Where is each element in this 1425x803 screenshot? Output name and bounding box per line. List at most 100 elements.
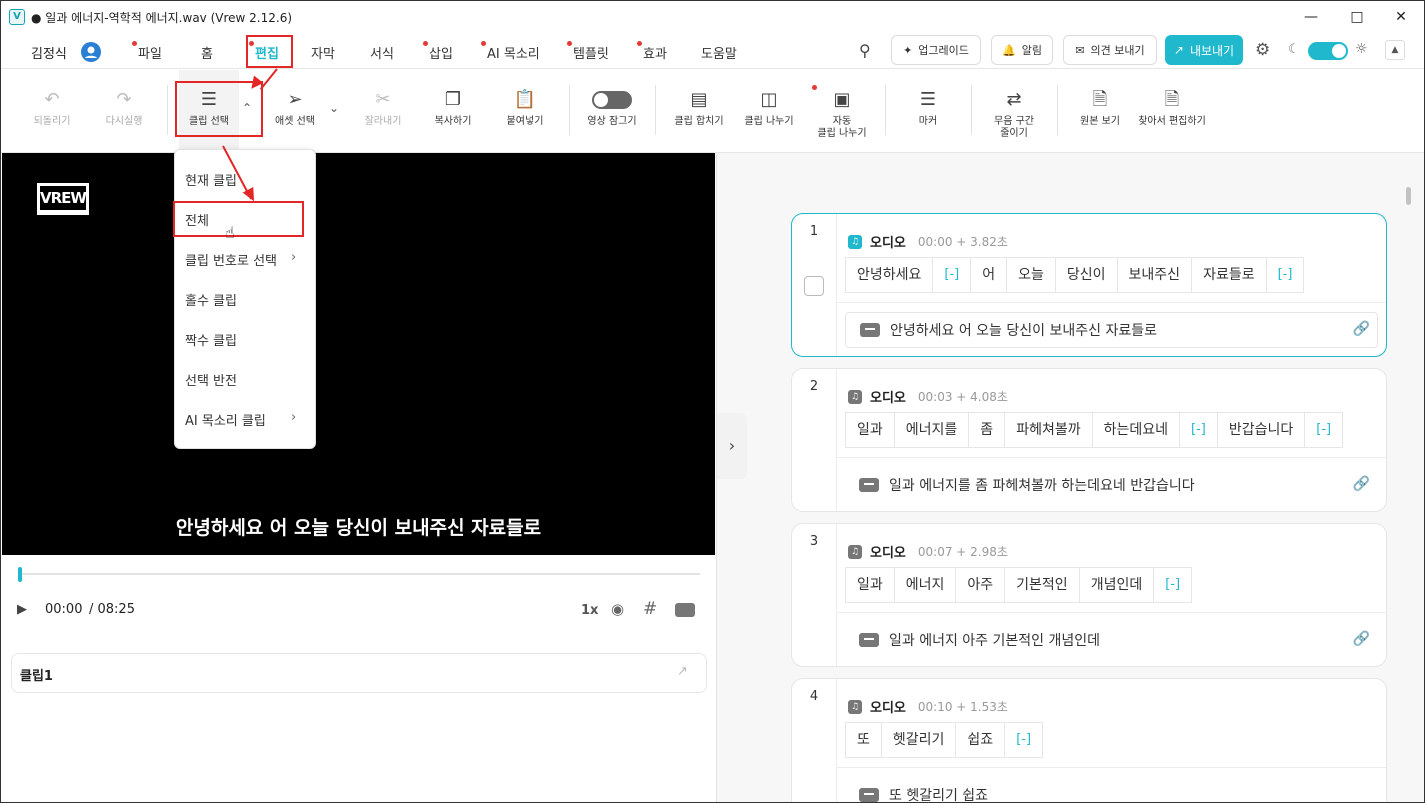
split-clip-button[interactable]: ◫ 클립 나누기 [739, 70, 799, 153]
reduce-silence-button[interactable]: ⇄ 무음 구간 줄이기 [985, 70, 1043, 153]
link-icon[interactable]: 🔗 [1353, 476, 1370, 492]
close-icon[interactable]: ✕ [1381, 5, 1421, 29]
progress-handle[interactable] [18, 567, 22, 582]
subtitle-row[interactable]: 또 헷갈리기 쉽죠 [845, 777, 988, 802]
playback-speed[interactable]: 1x [581, 603, 598, 618]
word-token[interactable]: 일과 [845, 412, 895, 448]
avatar[interactable] [81, 42, 101, 62]
word-token[interactable]: 에너지 [893, 567, 957, 603]
silence-token[interactable]: [-] [1004, 722, 1044, 758]
external-link-icon[interactable]: ↗ [677, 664, 688, 679]
paste-button[interactable]: 📋 붙여넣기 [499, 70, 551, 153]
menu-effects[interactable]: 효과 [637, 41, 667, 62]
chevron-right-icon[interactable]: › [717, 413, 747, 479]
scrollbar[interactable] [1406, 187, 1411, 205]
menu-template[interactable]: 템플릿 [567, 41, 609, 62]
subtitle-row[interactable]: 안녕하세요 어 오늘 당신이 보내주신 자료들로 [845, 312, 1378, 348]
dropdown-item-current-clip[interactable]: 현재 클립 [185, 170, 237, 189]
word-token[interactable]: 좀 [968, 412, 1006, 448]
word-token[interactable]: 보내주신 [1116, 257, 1193, 293]
silence-token[interactable]: [-] [1265, 257, 1305, 293]
marker-button[interactable]: ☰ 마커 [903, 70, 953, 153]
menu-subtitle[interactable]: 자막 [311, 43, 335, 62]
collapse-ribbon-icon[interactable]: ▲ [1385, 40, 1405, 60]
video-lock-toggle[interactable]: 영상 잠그기 [583, 70, 641, 153]
asset-select-button[interactable]: ➢ 애셋 선택 [269, 70, 321, 153]
subtitle-row[interactable]: 일과 에너지를 좀 파헤쳐볼까 하는데요네 반갑습니다 [845, 467, 1195, 503]
upgrade-button[interactable]: ✦ 업그레이드 [891, 35, 981, 65]
copy-button[interactable]: ❐ 복사하기 [427, 70, 479, 153]
clip-card[interactable]: 3 ♫ 오디오 00:07 + 2.98초 일과 에너지 아주 기본적인 개념인… [791, 523, 1387, 667]
chevron-down-icon[interactable]: ⌄ [329, 101, 339, 115]
word-token[interactable]: 에너지를 [893, 412, 970, 448]
dropdown-item-by-number[interactable]: 클립 번호로 선택 [185, 250, 277, 269]
menu-home[interactable]: 홈 [201, 43, 213, 62]
word-row: 안녕하세요 [-] 어 오늘 당신이 보내주신 자료들로 [-] [845, 257, 1305, 293]
word-token[interactable]: 하는데요네 [1091, 412, 1180, 448]
word-token[interactable]: 오늘 [1006, 257, 1056, 293]
silence-token[interactable]: [-] [1304, 412, 1344, 448]
dropdown-item-odd[interactable]: 홀수 클립 [185, 290, 237, 309]
toolbar-divider [655, 85, 656, 135]
word-token[interactable]: 자료들로 [1191, 257, 1267, 293]
undo-button[interactable]: ↶ 되돌리기 [25, 70, 79, 153]
cut-button[interactable]: ✂ 잘라내기 [357, 70, 409, 153]
subtitle-text[interactable]: 또 헷갈리기 쉽죠 [889, 785, 988, 802]
silence-token[interactable]: [-] [1153, 567, 1193, 603]
subtitle-icon [859, 788, 879, 802]
word-token[interactable]: 어 [970, 257, 1008, 293]
find-edit-button[interactable]: 🗎 찾아서 편집하기 [1137, 70, 1207, 153]
notification-button[interactable]: 🔔 알림 [991, 35, 1053, 65]
word-token[interactable]: 쉽죠 [955, 722, 1006, 758]
search-icon[interactable]: ⚲ [859, 41, 871, 60]
redo-button[interactable]: ↷ 다시실행 [97, 70, 151, 153]
word-token[interactable]: 기본적인 [1004, 567, 1080, 603]
progress-bar[interactable] [18, 573, 700, 575]
word-token[interactable]: 반갑습니다 [1216, 412, 1306, 448]
subtitle-row[interactable]: 일과 에너지 아주 기본적인 개념인데 [845, 622, 1100, 658]
clip-card[interactable]: 2 ♫ 오디오 00:03 + 4.08초 일과 에너지를 좀 파헤쳐볼까 하는… [791, 368, 1387, 512]
word-token[interactable]: 일과 [845, 567, 895, 603]
feedback-button[interactable]: ✉ 의견 보내기 [1063, 35, 1157, 65]
minimize-icon[interactable]: — [1291, 5, 1331, 29]
camera-icon[interactable]: ◉ [611, 600, 624, 618]
subtitle-text[interactable]: 안녕하세요 어 오늘 당신이 보내주신 자료들로 [890, 320, 1157, 340]
menu-ai-voice[interactable]: AI 목소리 [481, 41, 540, 62]
fit-screen-icon[interactable] [675, 603, 695, 617]
word-token[interactable]: 또 [845, 722, 882, 758]
link-icon[interactable]: 🔗 [1353, 321, 1370, 337]
total-time: / 08:25 [89, 602, 135, 617]
word-token[interactable]: 안녕하세요 [845, 257, 934, 293]
dropdown-item-even[interactable]: 짝수 클립 [185, 330, 237, 349]
subtitle-text[interactable]: 일과 에너지 아주 기본적인 개념인데 [889, 630, 1100, 650]
menu-file[interactable]: 파일 [132, 41, 162, 62]
word-token[interactable]: 개념인데 [1078, 567, 1155, 603]
video-preview[interactable] [2, 153, 715, 555]
word-token[interactable]: 당신이 [1054, 257, 1118, 293]
dropdown-item-invert[interactable]: 선택 반전 [185, 370, 237, 389]
gear-icon[interactable]: ⚙ [1255, 40, 1270, 60]
export-button[interactable]: ↗ 내보내기 [1165, 35, 1243, 65]
clip-time: 00:00 + 3.82초 [917, 235, 1008, 249]
subtitle-text[interactable]: 일과 에너지를 좀 파헤쳐볼까 하는데요네 반갑습니다 [889, 475, 1195, 495]
grid-icon[interactable]: # [643, 599, 657, 619]
menu-insert[interactable]: 삽입 [423, 41, 453, 62]
silence-token[interactable]: [-] [932, 257, 972, 293]
clip-card[interactable]: 4 ♫ 오디오 00:10 + 1.53초 또 헷갈리기 쉽죠 [-] 또 헷갈… [791, 678, 1387, 802]
play-icon[interactable]: ▶ [17, 602, 27, 617]
auto-split-button[interactable]: ▣ 자동 클립 나누기 [811, 70, 873, 153]
dropdown-item-ai-voice[interactable]: AI 목소리 클립 [185, 410, 266, 429]
clip-checkbox[interactable] [804, 276, 824, 296]
silence-token[interactable]: [-] [1179, 412, 1218, 448]
word-token[interactable]: 헷갈리기 [880, 722, 957, 758]
word-token[interactable]: 파헤쳐볼까 [1004, 412, 1093, 448]
clip-card[interactable]: 1 ♫ 오디오 00:00 + 3.82초 안녕하세요 [-] 어 오늘 당신이… [791, 213, 1387, 357]
link-icon[interactable]: 🔗 [1353, 631, 1370, 647]
menu-format[interactable]: 서식 [370, 43, 394, 62]
menu-help[interactable]: 도움말 [701, 43, 737, 62]
theme-toggle[interactable] [1308, 42, 1348, 60]
view-original-button[interactable]: 🗎 원본 보기 [1073, 70, 1127, 153]
word-token[interactable]: 아주 [955, 567, 1006, 603]
merge-clips-button[interactable]: ▤ 클립 합치기 [669, 70, 729, 153]
maximize-icon[interactable]: □ [1337, 5, 1377, 29]
